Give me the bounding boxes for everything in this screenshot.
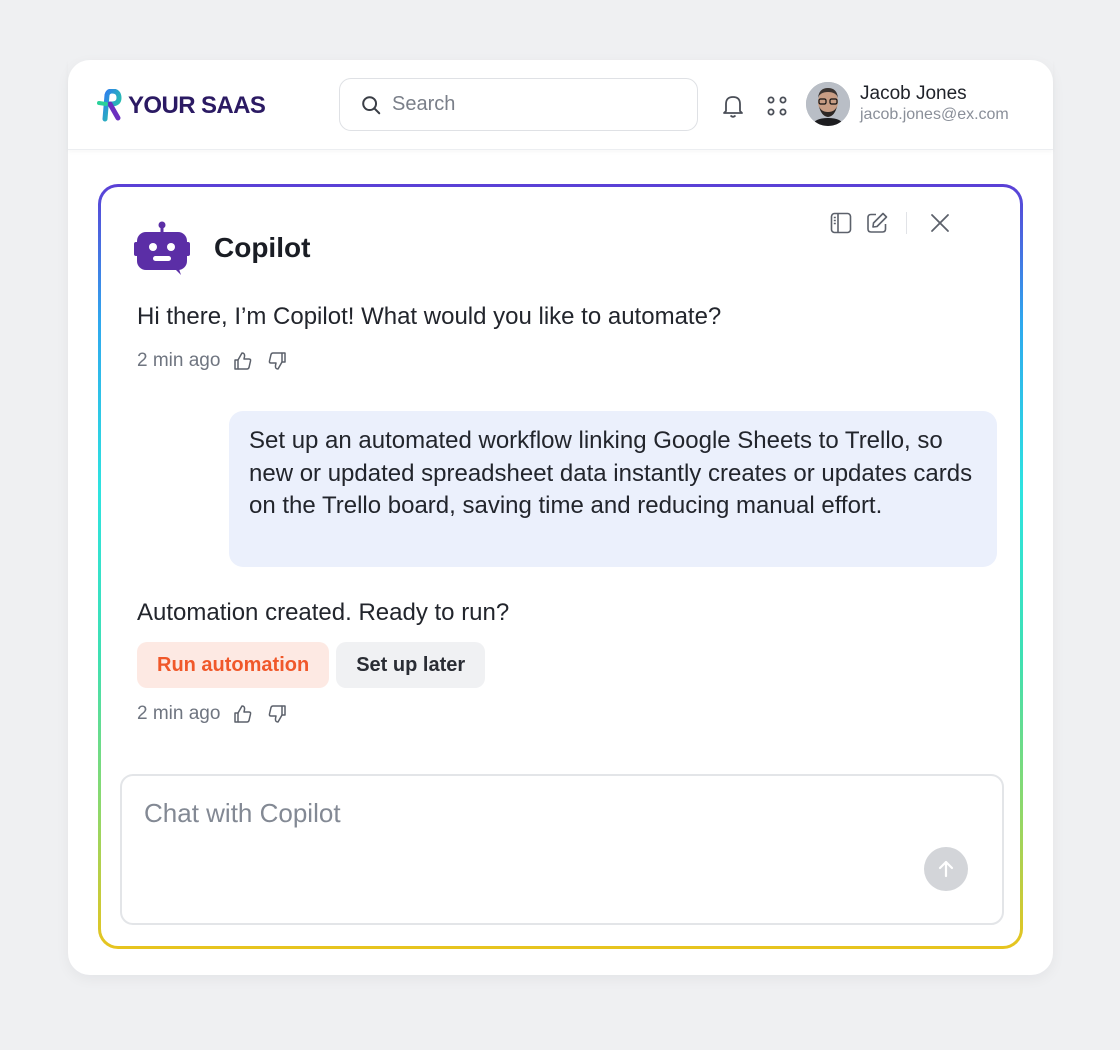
arrow-up-icon — [938, 860, 954, 878]
thumbs-up-button[interactable] — [232, 703, 254, 725]
run-automation-button[interactable]: Run automation — [137, 642, 330, 688]
notifications-button[interactable] — [717, 90, 749, 122]
message-time: 2 min ago — [137, 350, 221, 371]
bot-message-text: Hi there, I’m Copilot! What would you li… — [137, 303, 722, 330]
user-email: jacob.jones@ex.com — [860, 106, 1009, 123]
apps-grid-icon — [767, 96, 787, 116]
chat-composer — [120, 774, 1004, 925]
user-profile[interactable]: Jacob Jones jacob.jones@ex.com — [806, 82, 1009, 126]
edit-icon — [867, 212, 888, 233]
brand-name: YOUR SAAS — [128, 92, 266, 119]
search-icon — [362, 95, 381, 114]
message-actions: Run automation Set up later — [137, 642, 486, 688]
thumbs-down-button[interactable] — [266, 350, 288, 372]
thumbs-up-icon — [234, 705, 252, 723]
user-name: Jacob Jones — [860, 83, 967, 104]
toolbar-divider — [906, 212, 907, 234]
send-button[interactable] — [924, 847, 968, 891]
avatar — [806, 82, 850, 126]
bot-message-text: Automation created. Ready to run? — [137, 599, 510, 626]
copilot-bot-icon — [134, 221, 190, 275]
sidebar-toggle-icon — [830, 212, 852, 234]
bell-icon — [723, 96, 743, 118]
search-box[interactable] — [339, 78, 698, 131]
thumbs-up-button[interactable] — [232, 350, 254, 372]
set-up-later-button[interactable]: Set up later — [336, 642, 486, 688]
copilot-panel: Copilot Hi there, I’m Copilot! What woul… — [98, 184, 1023, 949]
message-meta: 2 min ago — [137, 703, 288, 725]
search-input[interactable] — [392, 93, 672, 116]
close-icon — [931, 214, 949, 232]
user-message-bubble: Set up an automated workflow linking Goo… — [229, 411, 997, 567]
brand-logo[interactable]: YOUR SAAS — [96, 88, 266, 124]
message-time: 2 min ago — [137, 703, 221, 724]
chat-input[interactable] — [144, 798, 980, 858]
panel-toolbar — [820, 208, 955, 238]
thumbs-down-button[interactable] — [266, 703, 288, 725]
thumbs-down-icon — [269, 352, 287, 370]
copilot-title: Copilot — [214, 232, 311, 263]
brand-logo-icon — [97, 89, 122, 122]
thumbs-up-icon — [234, 352, 252, 370]
close-button[interactable] — [925, 208, 955, 238]
app-window: YOUR SAAS Search Jacob Jones jacob.jones… — [68, 60, 1053, 975]
apps-button[interactable] — [761, 90, 793, 122]
new-chat-button[interactable] — [862, 208, 892, 238]
message-meta: 2 min ago — [137, 350, 288, 372]
sidebar-toggle-button[interactable] — [826, 208, 856, 238]
thumbs-down-icon — [269, 705, 287, 723]
top-header: YOUR SAAS Search Jacob Jones jacob.jones… — [68, 60, 1053, 150]
